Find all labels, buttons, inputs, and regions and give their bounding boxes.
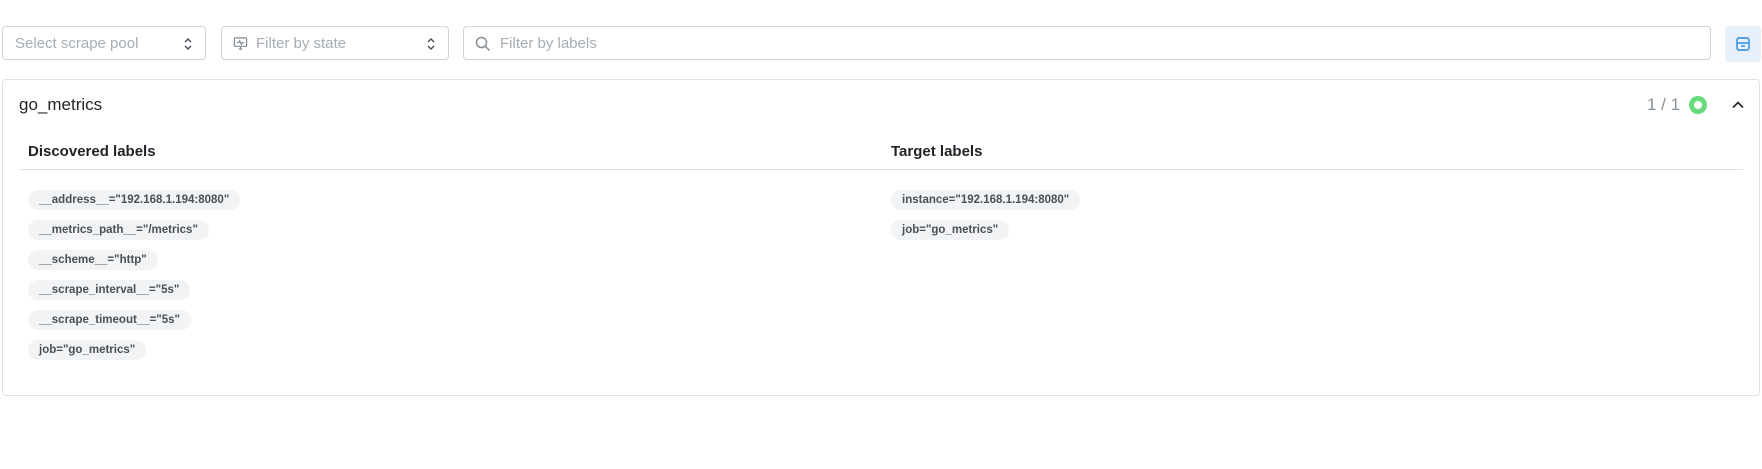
chevron-updown-icon	[184, 38, 192, 50]
chevron-updown-icon	[427, 38, 435, 50]
scrape-pool-select[interactable]: Select scrape pool	[2, 26, 206, 60]
monitor-health-icon	[233, 37, 248, 50]
label-badge: __scrape_interval__="5s"	[28, 280, 191, 300]
header-divider	[19, 169, 1743, 170]
label-badge: job="go_metrics"	[891, 220, 1010, 240]
discovered-labels-heading: Discovered labels	[28, 143, 156, 160]
scrape-pool-name: go_metrics	[19, 95, 103, 114]
discovered-labels-list: __address__="192.168.1.194:8080" __metri…	[28, 190, 241, 360]
target-labels-heading: Target labels	[891, 143, 983, 160]
scrape-pool-header[interactable]: go_metrics 1 / 1	[3, 80, 1759, 130]
label-filter-input[interactable]	[498, 33, 1652, 53]
target-labels-list: instance="192.168.1.194:8080" job="go_me…	[891, 190, 1081, 240]
state-filter-placeholder: Filter by state	[256, 34, 347, 52]
collapse-all-button[interactable]	[1725, 26, 1761, 62]
label-badge: __metrics_path__="/metrics"	[28, 220, 209, 240]
state-filter-select[interactable]: Filter by state	[221, 26, 449, 60]
search-icon	[475, 36, 491, 52]
collapse-all-icon	[1736, 37, 1750, 51]
chevron-up-icon[interactable]	[1731, 98, 1745, 112]
health-status-icon	[1689, 96, 1707, 114]
label-badge: job="go_metrics"	[28, 340, 147, 360]
filter-toolbar: Select scrape pool Filter by state	[2, 26, 1762, 62]
label-badge: __scrape_timeout__="5s"	[28, 310, 191, 330]
scrape-pool-panel: go_metrics 1 / 1 Discovered labels Targe…	[2, 79, 1760, 396]
label-badge: __address__="192.168.1.194:8080"	[28, 190, 241, 210]
label-badge: __scheme__="http"	[28, 250, 158, 270]
label-filter-field[interactable]	[463, 26, 1711, 60]
target-count: 1 / 1	[1647, 95, 1681, 114]
scrape-pool-placeholder: Select scrape pool	[15, 34, 139, 52]
label-badge: instance="192.168.1.194:8080"	[891, 190, 1081, 210]
